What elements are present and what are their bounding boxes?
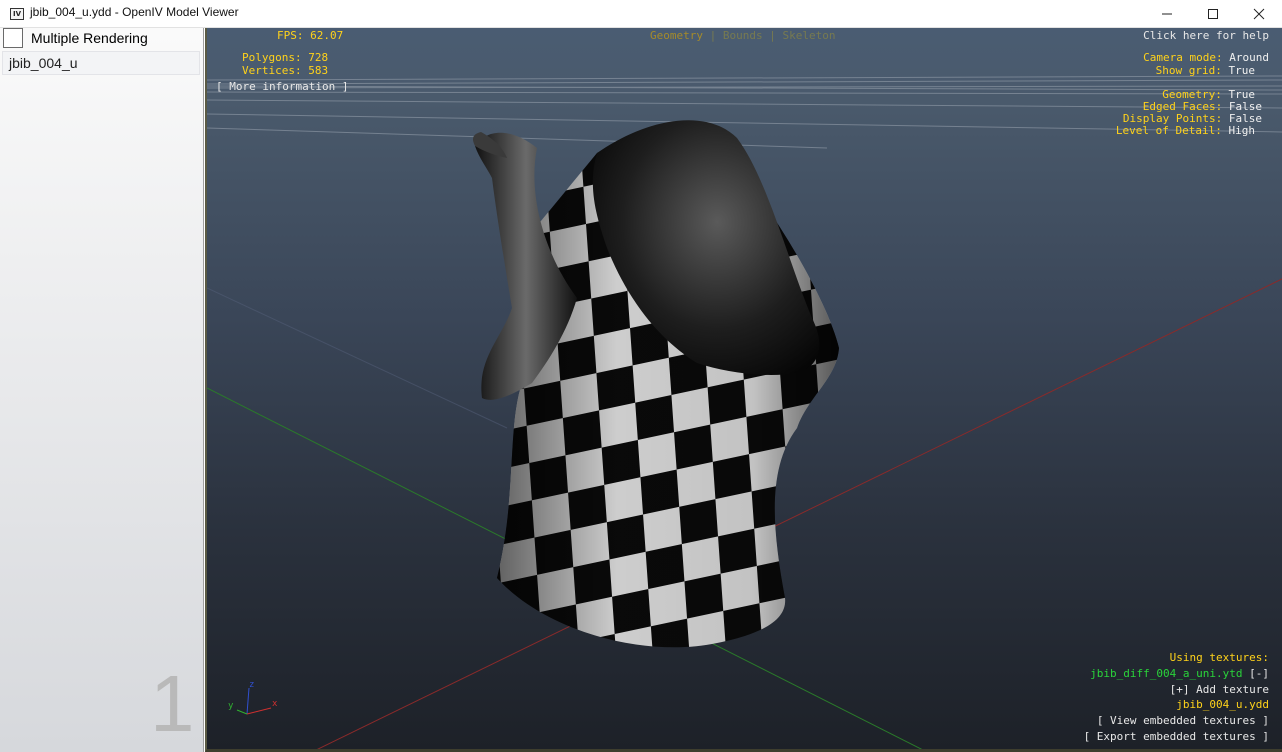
show-grid-label: Show grid:: [1155, 64, 1222, 77]
tab-geometry[interactable]: Geometry: [650, 29, 703, 42]
textures-heading: Using textures:: [1169, 651, 1269, 664]
model-list-panel: Multiple Rendering jbib_004_u 1: [0, 28, 204, 752]
axis-y-line: [236, 709, 248, 715]
axis-x-label: x: [272, 699, 278, 709]
level-of-detail-label: Level of Detail:: [1115, 124, 1222, 137]
level-of-detail-value[interactable]: High: [1229, 124, 1256, 137]
multiple-rendering-checkbox[interactable]: [3, 28, 23, 48]
more-information-link[interactable]: [ More information ]: [216, 80, 348, 93]
level-of-detail-option[interactable]: Level of Detail: High: [1116, 124, 1255, 137]
fps-label: FPS:: [277, 29, 304, 42]
help-link[interactable]: Click here for help: [1143, 29, 1269, 42]
maximize-icon: [1208, 9, 1218, 19]
title-bar: IV jbib_004_u.ydd - OpenIV Model Viewer: [0, 0, 1282, 28]
minimize-icon: [1162, 13, 1172, 15]
tab-separator: |: [709, 29, 717, 42]
model-list-item-label[interactable]: jbib_004_u: [9, 55, 78, 71]
model-file-name[interactable]: jbib_004_u.ydd: [1176, 698, 1269, 711]
model-list-item[interactable]: jbib_004_u: [2, 51, 200, 75]
axis-gizmo: z x y: [228, 680, 278, 715]
vertices-readout: Vertices: 583: [242, 64, 328, 77]
polygons-readout: Polygons: 728: [242, 51, 328, 64]
view-tabs: Geometry | Bounds | Skeleton: [650, 29, 835, 42]
texture-file-name[interactable]: jbib_diff_004_a_uni.ytd: [1090, 667, 1242, 680]
tab-bounds[interactable]: Bounds: [723, 29, 763, 42]
fps-readout: FPS: 62.07: [277, 29, 343, 42]
model-viewport[interactable]: FPS: 62.07 Polygons: 728 Vertices: 583 […: [205, 28, 1282, 752]
vertices-label: Vertices:: [242, 64, 302, 77]
openiv-app-icon: IV: [10, 8, 24, 20]
axis-z-line: [246, 687, 250, 715]
camera-mode-label: Camera mode:: [1143, 51, 1223, 64]
tab-separator: |: [769, 29, 776, 42]
polygons-label: Polygons:: [242, 51, 302, 64]
minimize-button[interactable]: [1144, 0, 1190, 28]
close-icon: [1253, 8, 1265, 20]
add-texture-button[interactable]: [+] Add texture: [1170, 683, 1269, 696]
tab-skeleton[interactable]: Skeleton: [782, 29, 835, 42]
camera-mode-value[interactable]: Around: [1229, 51, 1269, 64]
polygons-value: 728: [308, 51, 329, 64]
window-title: jbib_004_u.ydd - OpenIV Model Viewer: [30, 5, 239, 19]
close-button[interactable]: [1236, 0, 1282, 28]
multiple-rendering-toggle[interactable]: Multiple Rendering: [0, 28, 204, 50]
vertices-value: 583: [308, 64, 329, 77]
show-grid-value[interactable]: True: [1229, 64, 1256, 77]
remove-texture-button[interactable]: [-]: [1249, 667, 1269, 680]
view-embedded-textures-button[interactable]: [ View embedded textures ]: [1097, 714, 1269, 727]
axis-y-label: y: [228, 701, 234, 711]
axis-z-label: z: [249, 680, 254, 690]
page-indicator: 1: [150, 659, 195, 748]
model-mesh: [473, 120, 839, 648]
camera-mode-option[interactable]: Camera mode: Around: [1143, 51, 1269, 64]
fps-value: 62.07: [310, 29, 344, 42]
maximize-button[interactable]: [1190, 0, 1236, 28]
axis-x-line: [246, 707, 272, 715]
export-embedded-textures-button[interactable]: [ Export embedded textures ]: [1084, 730, 1269, 743]
multiple-rendering-label[interactable]: Multiple Rendering: [31, 30, 148, 46]
texture-entry: jbib_diff_004_a_uni.ytd [-]: [1090, 667, 1269, 680]
show-grid-option[interactable]: Show grid: True: [1156, 64, 1255, 77]
